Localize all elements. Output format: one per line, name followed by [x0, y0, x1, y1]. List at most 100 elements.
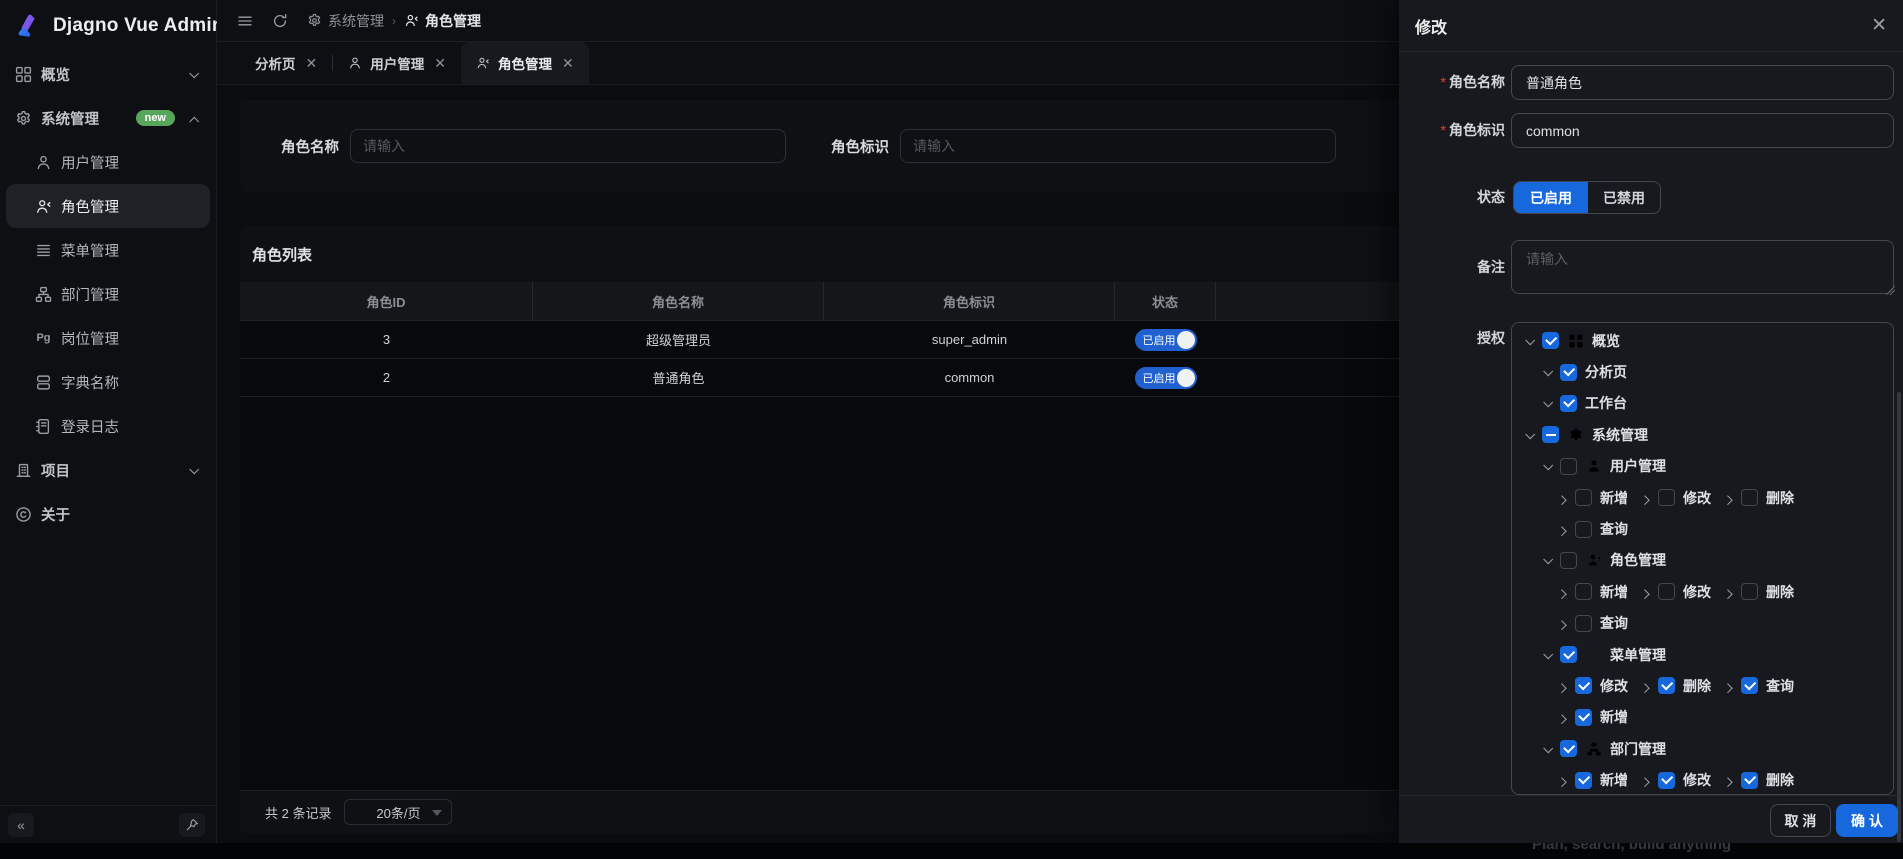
page-size-select[interactable]: 20条/页	[344, 799, 452, 825]
tree-expander[interactable]	[1559, 709, 1566, 725]
tree-expander[interactable]	[1725, 678, 1732, 694]
tree-node-label[interactable]: 菜单管理	[1610, 645, 1666, 665]
tree-expander[interactable]	[1725, 584, 1732, 600]
tree-expander[interactable]	[1642, 490, 1649, 506]
tree-expander[interactable]	[1544, 364, 1551, 380]
sidebar-item-登录日志[interactable]: 登录日志	[6, 404, 210, 448]
hamburger-icon[interactable]	[237, 13, 253, 29]
checkbox-checked[interactable]	[1542, 332, 1559, 349]
tree-expander[interactable]	[1559, 521, 1566, 537]
search-input-1[interactable]	[900, 129, 1336, 163]
sidebar-item-概览[interactable]: 概览	[6, 52, 210, 96]
checkbox-checked[interactable]	[1560, 364, 1577, 381]
tab-用户管理[interactable]: 用户管理✕	[333, 42, 461, 84]
remark-textarea[interactable]	[1511, 240, 1894, 294]
close-icon[interactable]: ✕	[1871, 16, 1887, 35]
tree-expander[interactable]	[1544, 458, 1551, 474]
checkbox-unchecked[interactable]	[1560, 552, 1577, 569]
checkbox-unchecked[interactable]	[1741, 489, 1758, 506]
sidebar-item-项目[interactable]: 项目	[6, 448, 210, 492]
sidebar-item-用户管理[interactable]: 用户管理	[6, 140, 210, 184]
status-toggle[interactable]: 已启用	[1135, 367, 1197, 389]
tree-node-label[interactable]: 工作台	[1585, 393, 1627, 413]
checkbox-checked[interactable]	[1658, 772, 1675, 789]
tree-node-label[interactable]: 修改	[1683, 582, 1711, 602]
tree-node-label[interactable]: 新增	[1600, 582, 1628, 602]
tree-node-label[interactable]: 删除	[1766, 770, 1794, 790]
tab-close-icon[interactable]: ✕	[306, 55, 318, 72]
tree-node-label[interactable]: 用户管理	[1610, 456, 1666, 476]
role-code-input[interactable]	[1511, 113, 1894, 148]
checkbox-indeterminate[interactable]	[1542, 426, 1559, 443]
tree-node-label[interactable]: 分析页	[1585, 362, 1627, 382]
search-input-0[interactable]	[350, 129, 786, 163]
tree-expander[interactable]	[1544, 741, 1551, 757]
tree-node-label[interactable]: 删除	[1766, 488, 1794, 508]
tree-expander[interactable]	[1642, 772, 1649, 788]
tree-expander[interactable]	[1725, 772, 1732, 788]
tree-node-label[interactable]: 删除	[1683, 676, 1711, 696]
checkbox-checked[interactable]	[1741, 677, 1758, 694]
sidebar-item-菜单管理[interactable]: 菜单管理	[6, 228, 210, 272]
sidebar-item-字典名称[interactable]: 字典名称	[6, 360, 210, 404]
status-toggle[interactable]: 已启用	[1135, 329, 1197, 351]
tree-node-label[interactable]: 查询	[1766, 676, 1794, 696]
checkbox-checked[interactable]	[1560, 646, 1577, 663]
checkbox-unchecked[interactable]	[1575, 583, 1592, 600]
checkbox-unchecked[interactable]	[1575, 615, 1592, 632]
checkbox-unchecked[interactable]	[1560, 458, 1577, 475]
checkbox-checked[interactable]	[1560, 740, 1577, 757]
tree-expander[interactable]	[1559, 615, 1566, 631]
sidebar-collapse-button[interactable]: «	[8, 813, 34, 837]
tree-node-label[interactable]: 修改	[1683, 488, 1711, 508]
sidebar-item-角色管理[interactable]: 角色管理	[6, 184, 210, 228]
role-name-input[interactable]	[1511, 65, 1894, 100]
checkbox-checked[interactable]	[1560, 395, 1577, 412]
tree-expander[interactable]	[1526, 427, 1533, 443]
tree-node-label[interactable]: 新增	[1600, 707, 1628, 727]
breadcrumb-item[interactable]: 角色管理	[404, 11, 481, 31]
sidebar-item-关于[interactable]: 关于	[6, 492, 210, 536]
tree-expander[interactable]	[1526, 333, 1533, 349]
sidebar-item-系统管理[interactable]: 系统管理new	[6, 96, 210, 140]
status-option-已启用[interactable]: 已启用	[1514, 182, 1588, 213]
tree-node-label[interactable]: 查询	[1600, 519, 1628, 539]
tree-node-label[interactable]: 概览	[1592, 331, 1620, 351]
tree-expander[interactable]	[1559, 490, 1566, 506]
sidebar-item-岗位管理[interactable]: Pg岗位管理	[6, 316, 210, 360]
checkbox-checked[interactable]	[1658, 677, 1675, 694]
status-option-已禁用[interactable]: 已禁用	[1588, 182, 1660, 213]
checkbox-unchecked[interactable]	[1658, 583, 1675, 600]
tree-node-label[interactable]: 新增	[1600, 488, 1628, 508]
tab-close-icon[interactable]: ✕	[562, 55, 574, 72]
checkbox-unchecked[interactable]	[1575, 521, 1592, 538]
checkbox-checked[interactable]	[1575, 677, 1592, 694]
tree-node-label[interactable]: 新增	[1600, 770, 1628, 790]
tree-node-label[interactable]: 系统管理	[1592, 425, 1648, 445]
checkbox-unchecked[interactable]	[1741, 583, 1758, 600]
checkbox-unchecked[interactable]	[1658, 489, 1675, 506]
tree-node-label[interactable]: 查询	[1600, 613, 1628, 633]
tree-expander[interactable]	[1559, 678, 1566, 694]
confirm-button[interactable]: 确 认	[1836, 804, 1898, 837]
tree-expander[interactable]	[1559, 772, 1566, 788]
tab-分析页[interactable]: 分析页✕	[240, 42, 332, 84]
tree-node-label[interactable]: 角色管理	[1610, 550, 1666, 570]
tree-expander[interactable]	[1544, 647, 1551, 663]
tab-角色管理[interactable]: 角色管理✕	[461, 42, 589, 84]
tab-close-icon[interactable]: ✕	[434, 55, 446, 72]
tree-node-label[interactable]: 修改	[1683, 770, 1711, 790]
tree-expander[interactable]	[1642, 678, 1649, 694]
tree-expander[interactable]	[1544, 552, 1551, 568]
sidebar-item-部门管理[interactable]: 部门管理	[6, 272, 210, 316]
checkbox-checked[interactable]	[1575, 772, 1592, 789]
refresh-icon[interactable]	[272, 13, 288, 29]
tree-expander[interactable]	[1559, 584, 1566, 600]
tree-node-label[interactable]: 修改	[1600, 676, 1628, 696]
cancel-button[interactable]: 取 消	[1770, 804, 1831, 837]
breadcrumb-item[interactable]: 系统管理	[307, 11, 384, 31]
tree-expander[interactable]	[1642, 584, 1649, 600]
checkbox-checked[interactable]	[1575, 709, 1592, 726]
tree-node-label[interactable]: 删除	[1766, 582, 1794, 602]
checkbox-unchecked[interactable]	[1575, 489, 1592, 506]
